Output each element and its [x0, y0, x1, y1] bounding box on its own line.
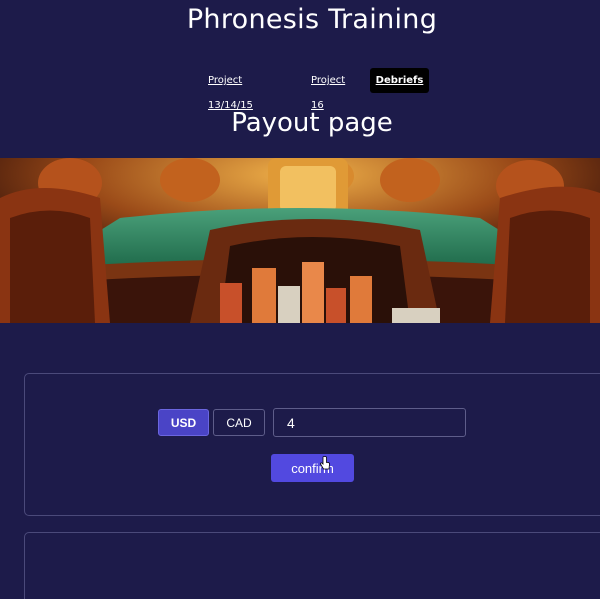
- payout-page: Phronesis Training Project 13/14/15 Proj…: [0, 0, 600, 599]
- hand-pointer-cursor-icon: [320, 456, 330, 470]
- site-header: Phronesis Training Project 13/14/15 Proj…: [0, 0, 600, 158]
- nav-link-project-16[interactable]: Project 16: [311, 68, 361, 111]
- currency-cad-button[interactable]: CAD: [213, 409, 265, 436]
- nav-link-project-13-14-15[interactable]: Project 13/14/15: [208, 68, 288, 111]
- currency-usd-button[interactable]: USD: [158, 409, 209, 436]
- nav-link-debriefs[interactable]: Debriefs: [370, 68, 429, 93]
- hero-casino-image: [0, 158, 600, 323]
- result-card: [24, 532, 600, 599]
- main-nav: Project 13/14/15 Project 16 Debriefs: [0, 68, 600, 111]
- page-heading: Payout page: [231, 108, 393, 138]
- casino-table-illustration: [0, 158, 600, 323]
- confirm-button[interactable]: confirm: [271, 454, 354, 482]
- site-title: Phronesis Training: [186, 4, 438, 35]
- payout-form-card: USD CAD confirm: [24, 373, 600, 516]
- amount-input[interactable]: [273, 408, 466, 437]
